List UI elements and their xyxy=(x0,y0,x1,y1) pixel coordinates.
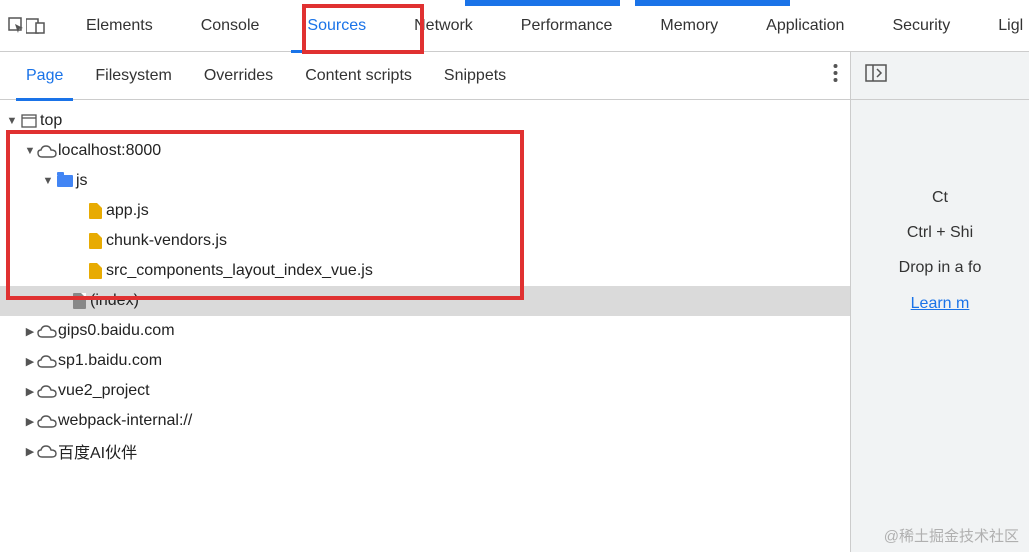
tree-file-selected[interactable]: (index) xyxy=(0,286,850,316)
tree-file[interactable]: chunk-vendors.js xyxy=(0,226,850,256)
hint-text: Ctrl + Shi xyxy=(851,215,1029,250)
chevron-right-icon: ▶ xyxy=(24,415,36,428)
tab-memory[interactable]: Memory xyxy=(636,0,742,52)
subtab-overrides[interactable]: Overrides xyxy=(188,52,289,100)
chevron-down-icon: ▼ xyxy=(24,145,36,157)
tab-console[interactable]: Console xyxy=(177,0,284,52)
chevron-right-icon: ▶ xyxy=(24,355,36,368)
chevron-right-icon: ▶ xyxy=(24,445,36,458)
chevron-down-icon: ▼ xyxy=(6,115,18,127)
cloud-icon xyxy=(36,145,58,158)
tree-label: chunk-vendors.js xyxy=(106,232,227,250)
sub-tabs: PageFilesystemOverridesContent scriptsSn… xyxy=(0,52,850,99)
tab-sources[interactable]: Sources xyxy=(283,0,390,52)
tree-origin[interactable]: ▼ localhost:8000 xyxy=(0,136,850,166)
tab-security[interactable]: Security xyxy=(868,0,974,52)
hint-text: Ct xyxy=(851,180,1029,215)
tree-label: vue2_project xyxy=(58,382,150,400)
cloud-icon xyxy=(36,385,58,398)
tree-label: sp1.baidu.com xyxy=(58,352,162,370)
file-icon xyxy=(84,233,106,249)
tab-ligl[interactable]: Ligl xyxy=(974,0,1029,52)
tab-performance[interactable]: Performance xyxy=(497,0,637,52)
subtab-filesystem[interactable]: Filesystem xyxy=(79,52,187,100)
cloud-icon xyxy=(36,325,58,338)
cloud-icon xyxy=(36,415,58,428)
subtab-content-scripts[interactable]: Content scripts xyxy=(289,52,428,100)
toggle-panel-icon[interactable] xyxy=(865,64,887,87)
tree-root[interactable]: ▼ top xyxy=(0,106,850,136)
more-icon[interactable] xyxy=(833,63,838,88)
tree-file[interactable]: app.js xyxy=(0,196,850,226)
tree-label: top xyxy=(40,112,62,130)
chevron-right-icon: ▶ xyxy=(24,325,36,338)
tree-origin[interactable]: ▶ sp1.baidu.com xyxy=(0,346,850,376)
window-icon xyxy=(18,114,40,128)
cloud-icon xyxy=(36,355,58,368)
tab-elements[interactable]: Elements xyxy=(62,0,177,52)
watermark: @稀土掘金技术社区 xyxy=(884,525,1019,546)
main-tabs: ElementsConsoleSourcesNetworkPerformance… xyxy=(0,0,1029,52)
subtab-snippets[interactable]: Snippets xyxy=(428,52,522,100)
file-icon xyxy=(84,263,106,279)
tab-network[interactable]: Network xyxy=(390,0,497,52)
tree-label: localhost:8000 xyxy=(58,142,161,160)
tree-label: 百度AI伙伴 xyxy=(58,439,137,463)
chevron-down-icon: ▼ xyxy=(42,175,54,187)
file-tree[interactable]: ▼ top ▼ localhost:8000 ▼ js app.js chunk-… xyxy=(0,100,850,552)
folder-icon xyxy=(54,175,76,187)
tree-label: app.js xyxy=(106,202,149,220)
device-icon[interactable] xyxy=(26,10,46,42)
inspect-icon[interactable] xyxy=(8,10,26,42)
tree-folder[interactable]: ▼ js xyxy=(0,166,850,196)
tree-origin[interactable]: ▶ vue2_project xyxy=(0,376,850,406)
chevron-right-icon: ▶ xyxy=(24,385,36,398)
tree-label: js xyxy=(76,172,88,190)
tree-origin[interactable]: ▶ gips0.baidu.com xyxy=(0,316,850,346)
file-icon xyxy=(68,293,90,309)
editor-placeholder: Ct Ctrl + Shi Drop in a fo Learn m xyxy=(850,100,1029,552)
tree-label: gips0.baidu.com xyxy=(58,322,175,340)
subtab-page[interactable]: Page xyxy=(10,52,79,100)
tree-origin[interactable]: ▶ 百度AI伙伴 xyxy=(0,436,850,466)
tree-file[interactable]: src_components_layout_index_vue.js xyxy=(0,256,850,286)
tree-label: (index) xyxy=(90,292,139,310)
tree-label: src_components_layout_index_vue.js xyxy=(106,262,373,280)
file-icon xyxy=(84,203,106,219)
tree-label: webpack-internal:// xyxy=(58,412,192,430)
tab-application[interactable]: Application xyxy=(742,0,868,52)
hint-text: Drop in a fo xyxy=(851,250,1029,285)
learn-more-link[interactable]: Learn m xyxy=(851,286,1029,321)
tree-origin[interactable]: ▶ webpack-internal:// xyxy=(0,406,850,436)
cloud-icon xyxy=(36,445,58,458)
